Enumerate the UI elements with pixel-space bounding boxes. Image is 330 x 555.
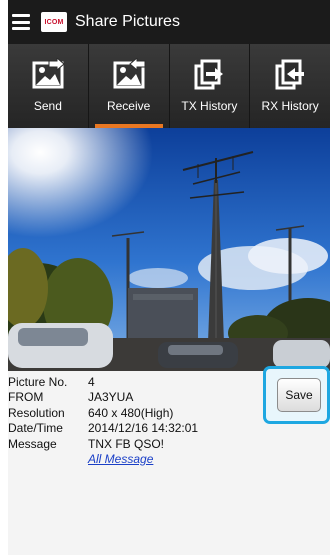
tab-bar: Send Receive TX History RX History xyxy=(8,44,330,128)
info-row-message: Message TNX FB QSO! xyxy=(8,436,258,452)
title-bar: ICOM Share Pictures xyxy=(8,0,330,44)
from-value: JA3YUA xyxy=(88,390,134,405)
resolution-label: Resolution xyxy=(8,405,65,420)
tab-receive-label: Receive xyxy=(106,99,151,113)
tab-tx-history[interactable]: TX History xyxy=(170,44,251,128)
picture-info: Picture No. 4 FROM JA3YUA Resolution 640… xyxy=(8,374,258,467)
save-button-highlight: Save xyxy=(263,366,330,424)
tab-send[interactable]: Send xyxy=(8,44,89,128)
share-pictures-screen: ICOM Share Pictures Send Receive TX Hist… xyxy=(8,0,330,555)
rx-history-icon xyxy=(275,59,305,90)
image-send-icon xyxy=(32,58,65,89)
datetime-value: 2014/12/16 14:32:01 xyxy=(88,421,199,436)
datetime-label: Date/Time xyxy=(8,421,63,436)
tab-tx-history-label: TX History xyxy=(181,99,238,113)
icom-logo: ICOM xyxy=(41,12,67,32)
from-label: FROM xyxy=(8,390,44,405)
menu-icon[interactable] xyxy=(12,14,30,30)
info-row-resolution: Resolution 640 x 480(High) xyxy=(8,405,258,421)
all-message-link[interactable]: All Message xyxy=(88,452,153,468)
save-button[interactable]: Save xyxy=(277,378,321,412)
tab-rx-history-label: RX History xyxy=(261,99,319,113)
picture-no-value: 4 xyxy=(88,374,95,389)
info-row-datetime: Date/Time 2014/12/16 14:32:01 xyxy=(8,421,258,437)
tab-receive[interactable]: Receive xyxy=(89,44,170,128)
received-picture xyxy=(8,128,330,371)
message-value: TNX FB QSO! xyxy=(88,436,165,451)
info-row-from: FROM JA3YUA xyxy=(8,390,258,406)
info-row-picture-no: Picture No. 4 xyxy=(8,374,258,390)
image-receive-icon xyxy=(113,58,146,89)
tx-history-icon xyxy=(194,59,224,90)
tab-send-label: Send xyxy=(33,99,62,113)
tab-rx-history[interactable]: RX History xyxy=(250,44,330,128)
resolution-value: 640 x 480(High) xyxy=(88,405,174,420)
app-title: Share Pictures xyxy=(75,13,180,30)
picture-no-label: Picture No. xyxy=(8,374,68,389)
message-label: Message xyxy=(8,436,57,451)
